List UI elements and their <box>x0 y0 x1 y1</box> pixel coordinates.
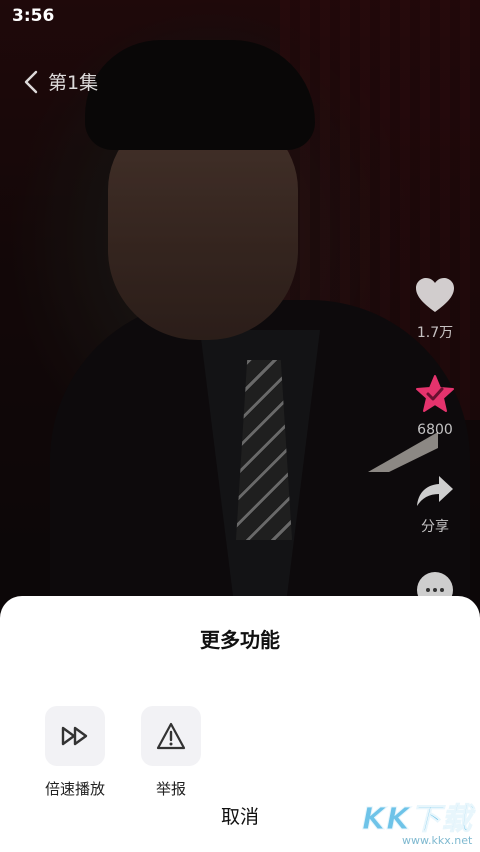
status-bar-time: 3:56 <box>12 6 55 26</box>
chevron-left-icon <box>24 70 38 94</box>
site-watermark-logo: KK下载 www.kkx.net <box>362 794 480 852</box>
warning-icon <box>141 706 201 766</box>
favorite-count: 6800 <box>417 422 453 438</box>
report-option[interactable]: 举报 <box>126 706 216 799</box>
watermark-text: KK下载 <box>362 802 473 838</box>
episode-title: 第1集 <box>48 72 99 94</box>
like-button[interactable]: 1.7万 <box>400 278 470 342</box>
watermark-url: www.kkx.net <box>402 834 473 847</box>
share-label: 分享 <box>421 519 449 535</box>
sheet-title: 更多功能 <box>200 628 280 652</box>
share-button[interactable]: 分享 <box>400 474 470 536</box>
playback-speed-option[interactable]: 倍速播放 <box>30 706 120 799</box>
cancel-button[interactable]: 取消 <box>200 802 280 829</box>
back-button[interactable]: 第1集 <box>24 68 98 95</box>
playback-speed-label: 倍速播放 <box>44 780 105 798</box>
favorite-button[interactable]: 6800 <box>400 374 470 438</box>
fast-forward-icon <box>45 706 105 766</box>
heart-icon <box>415 278 455 318</box>
star-icon <box>415 374 455 418</box>
report-label: 举报 <box>155 780 186 798</box>
share-arrow-icon <box>415 474 455 512</box>
like-count: 1.7万 <box>416 325 454 341</box>
